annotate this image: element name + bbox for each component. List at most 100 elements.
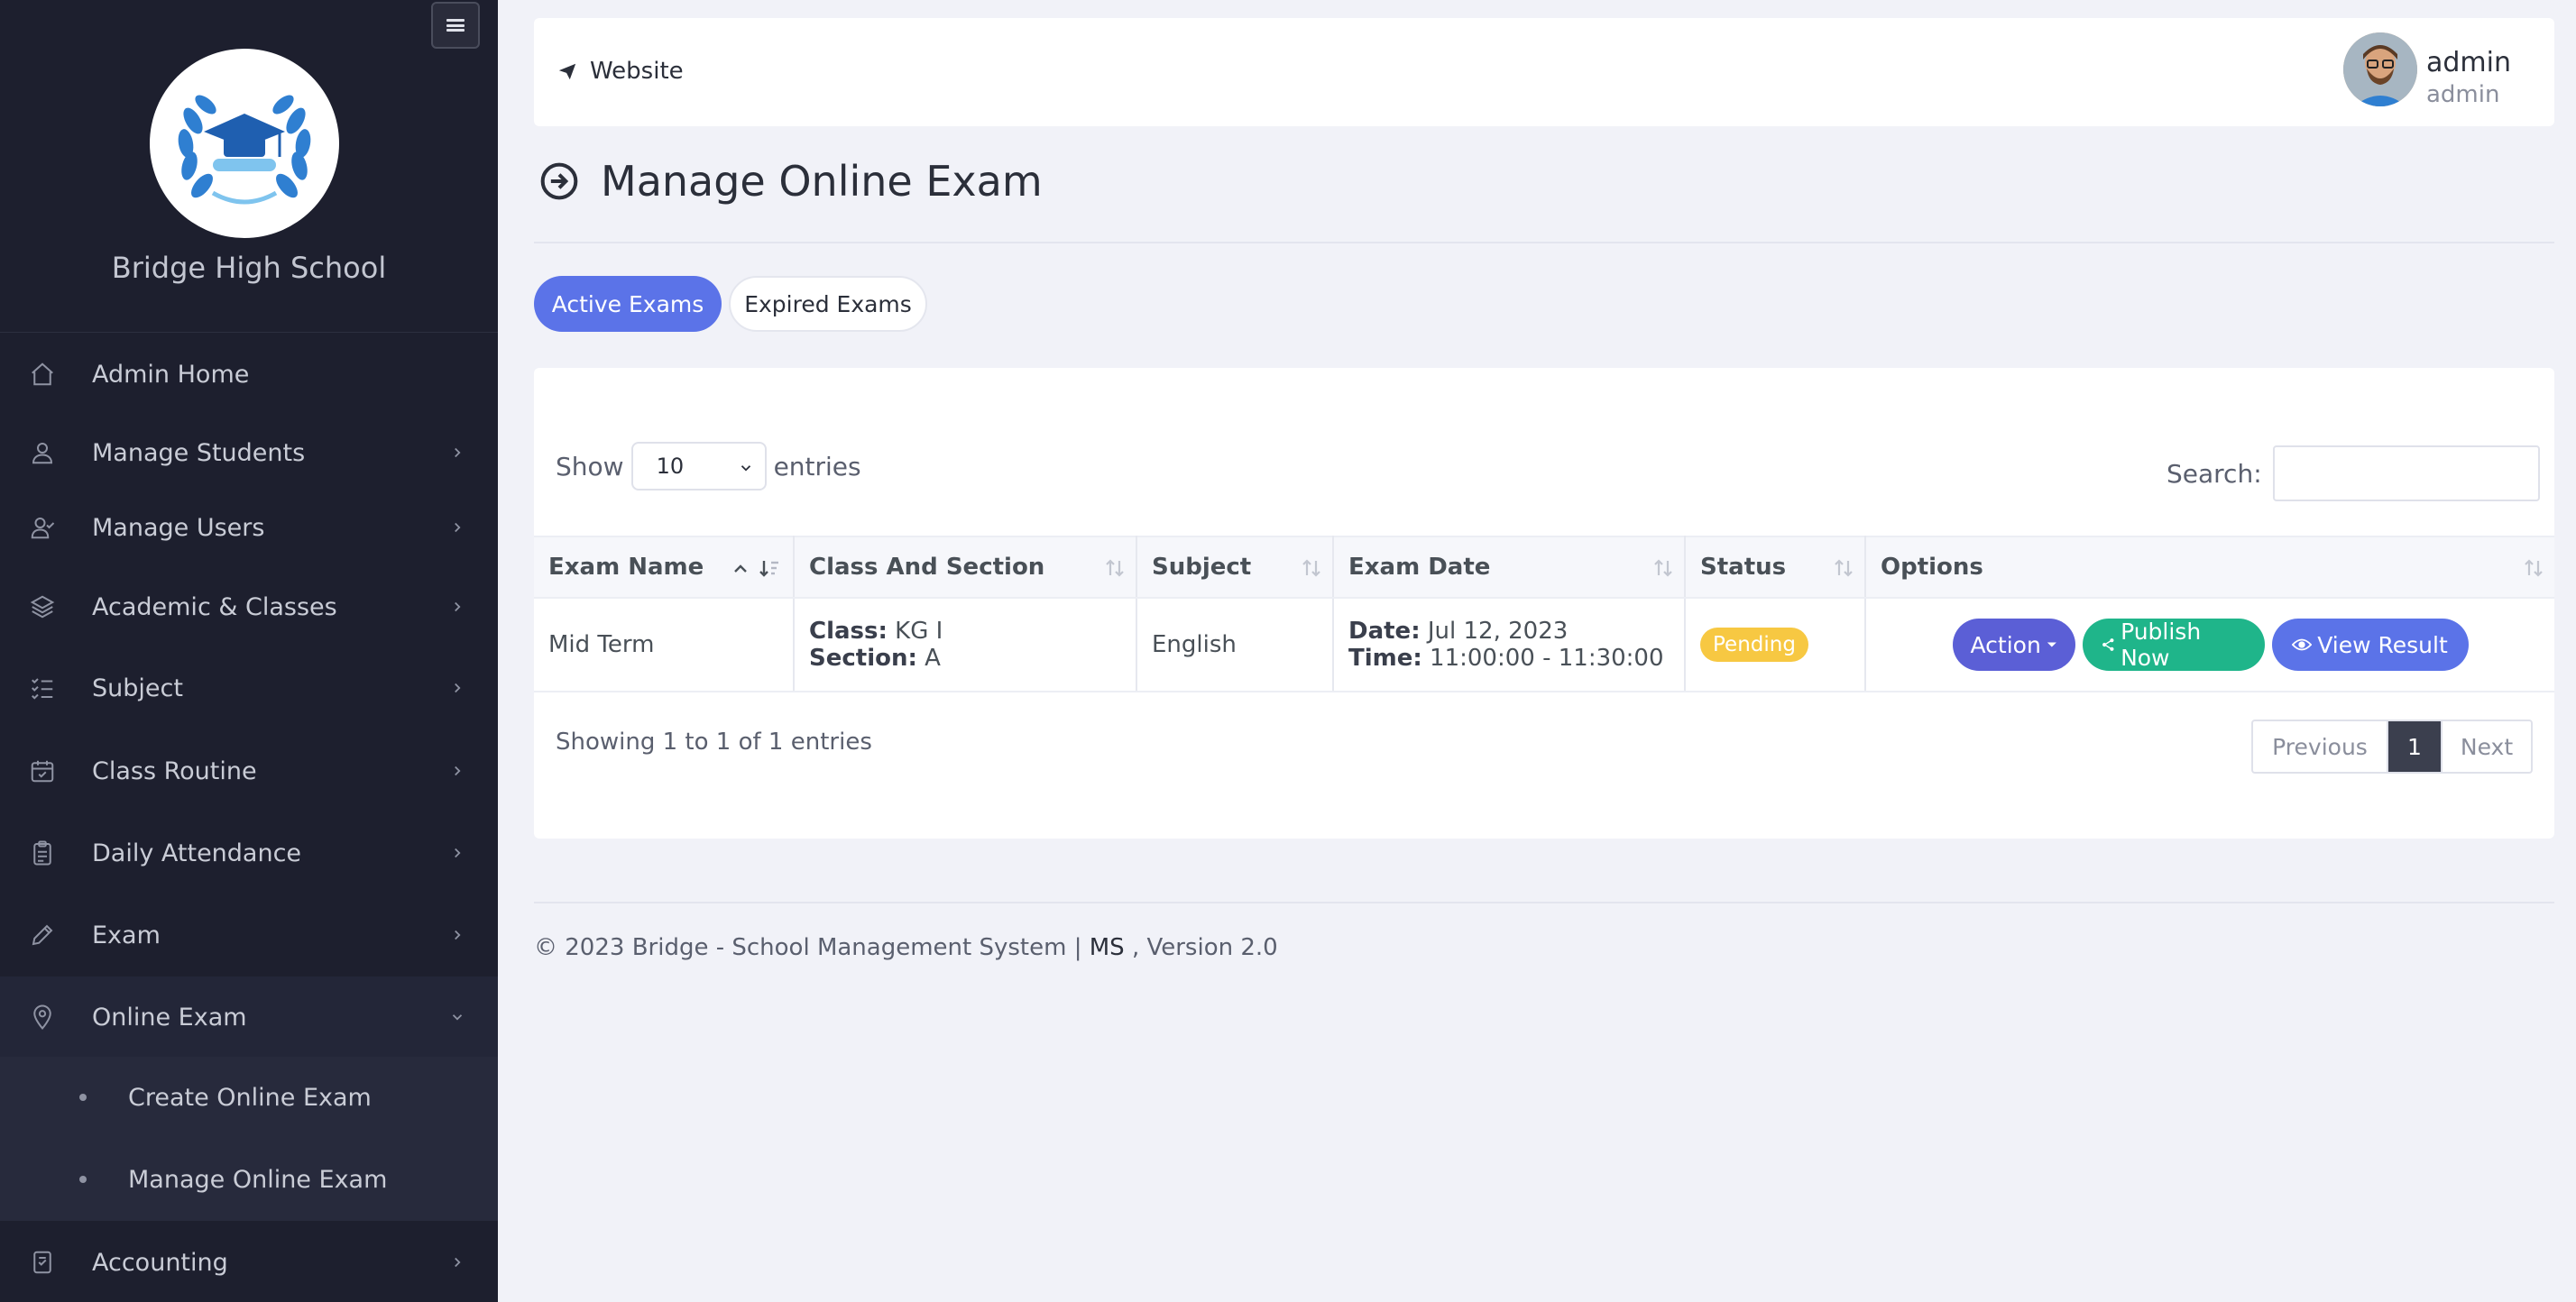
- school-name: Bridge High School: [111, 251, 387, 285]
- user-role: admin: [2426, 81, 2500, 108]
- date-label: Date:: [1348, 618, 1421, 645]
- page-size-value: 10: [656, 454, 685, 479]
- column-header-options[interactable]: Options: [1865, 536, 2554, 599]
- bullet-icon: [79, 1176, 87, 1183]
- bullet-icon: [79, 1094, 87, 1101]
- sidebar-item-manage-users[interactable]: Manage Users: [0, 487, 498, 568]
- sidebar-item-academic-classes[interactable]: Academic & Classes: [0, 566, 498, 647]
- pagination-next-button[interactable]: Next: [2441, 721, 2531, 772]
- website-link[interactable]: Website: [557, 58, 684, 85]
- view-result-button[interactable]: View Result: [2271, 619, 2469, 671]
- options-group: Action Publish Now View Result: [1881, 619, 2554, 671]
- sidebar-item-label: Academic & Classes: [92, 592, 337, 621]
- layers-icon: [27, 591, 58, 622]
- page-size-select[interactable]: 10: [630, 442, 767, 491]
- clipboard-icon: [27, 838, 58, 868]
- sidebar-item-label: Admin Home: [92, 360, 250, 389]
- sidebar-item-label: Exam: [92, 921, 161, 949]
- sidebar-item-exam[interactable]: Exam: [0, 894, 498, 976]
- chevron-right-icon: [455, 848, 461, 858]
- column-header-class-section[interactable]: Class And Section: [794, 536, 1137, 599]
- sort-desc-icon: [733, 557, 782, 585]
- footer-copyright: © 2023 Bridge - School Management System…: [534, 934, 1082, 961]
- sidebar-item-subject[interactable]: Subject: [0, 647, 498, 729]
- sidebar-toggle-button[interactable]: [431, 2, 480, 49]
- search-control: Search:: [2167, 445, 2540, 501]
- cell-exam-name: Mid Term: [534, 598, 795, 692]
- cell-options: Action Publish Now View Result: [1865, 598, 2554, 692]
- footer: © 2023 Bridge - School Management System…: [534, 934, 1278, 961]
- cell-status: Pending: [1685, 598, 1866, 692]
- sidebar-subitem-label: Manage Online Exam: [128, 1165, 388, 1194]
- tab-expired-exams[interactable]: Expired Exams: [729, 276, 927, 332]
- pencil-icon: [27, 920, 58, 950]
- cell-exam-date: Date: Jul 12, 2023 Time: 11:00:00 - 11:3…: [1333, 598, 1686, 692]
- sidebar-subitem-create-online-exam[interactable]: Create Online Exam: [0, 1057, 498, 1138]
- sidebar-item-class-routine[interactable]: Class Routine: [0, 730, 498, 811]
- sidebar-item-accounting[interactable]: Accounting: [0, 1222, 498, 1302]
- column-header-label: Options: [1881, 554, 1983, 581]
- column-header-exam-name[interactable]: Exam Name: [534, 536, 795, 599]
- sidebar-subitem-manage-online-exam[interactable]: Manage Online Exam: [0, 1139, 498, 1220]
- arrow-circle-right-icon: [540, 162, 578, 200]
- exams-card: Show 10 entries Search: Exam Name Class …: [534, 368, 2554, 839]
- action-button-label: Action: [1970, 631, 2041, 658]
- show-label: Show: [556, 451, 624, 481]
- sidebar-item-label: Online Exam: [92, 1003, 247, 1032]
- search-input[interactable]: [2272, 445, 2540, 501]
- column-header-exam-date[interactable]: Exam Date: [1333, 536, 1686, 599]
- receipt-icon: [27, 1247, 58, 1278]
- user-name: admin: [2426, 47, 2511, 78]
- publish-now-button[interactable]: Publish Now: [2082, 619, 2265, 671]
- eye-icon: [2292, 638, 2313, 651]
- column-header-status[interactable]: Status: [1685, 536, 1866, 599]
- users-icon: [27, 512, 58, 543]
- class-label: Class:: [809, 618, 888, 645]
- sidebar-item-admin-home[interactable]: Admin Home: [0, 334, 498, 415]
- caret-down-icon: [2047, 642, 2056, 647]
- page-size-control: Show 10 entries: [556, 442, 861, 491]
- pagination-previous-button[interactable]: Previous: [2253, 721, 2388, 772]
- sort-icon: [1302, 557, 1321, 585]
- view-result-label: View Result: [2317, 631, 2448, 658]
- column-header-label: Status: [1700, 554, 1787, 581]
- sort-icon: [1653, 557, 1673, 585]
- action-dropdown-button[interactable]: Action: [1952, 619, 2075, 671]
- share-icon: [2102, 638, 2113, 651]
- sort-icon: [1834, 557, 1854, 585]
- chevron-right-icon: [455, 766, 461, 776]
- paper-plane-icon: [558, 63, 576, 80]
- chevron-right-icon: [455, 601, 461, 612]
- checklist-icon: [27, 673, 58, 703]
- table-row: Mid Term Class: KG I Section: A English …: [534, 598, 2554, 692]
- menu-icon: [446, 19, 465, 32]
- search-label: Search:: [2167, 458, 2262, 489]
- home-icon: [27, 359, 58, 390]
- pagination-page-1[interactable]: 1: [2388, 721, 2441, 772]
- class-value: KG I: [895, 618, 943, 645]
- publish-button-label: Publish Now: [2121, 619, 2202, 671]
- cell-subject: English: [1136, 598, 1334, 692]
- sidebar: Bridge High School Admin Home Manage Stu…: [0, 0, 498, 1302]
- sidebar-item-manage-students[interactable]: Manage Students: [0, 412, 498, 493]
- status-badge: Pending: [1700, 628, 1808, 662]
- website-link-label: Website: [590, 58, 684, 85]
- top-bar: Website admin admin: [534, 18, 2554, 126]
- page-title: Manage Online Exam: [601, 157, 1043, 206]
- footer-divider: [534, 902, 2554, 903]
- column-header-subject[interactable]: Subject: [1136, 536, 1334, 599]
- chevron-right-icon: [455, 447, 461, 458]
- exams-table: Exam Name Class And Section Subject Exam…: [534, 536, 2554, 692]
- sidebar-item-online-exam[interactable]: Online Exam: [0, 976, 498, 1058]
- footer-ms-link[interactable]: MS: [1090, 934, 1125, 961]
- sort-icon: [2524, 557, 2544, 585]
- sidebar-item-daily-attendance[interactable]: Daily Attendance: [0, 812, 498, 894]
- column-header-label: Class And Section: [809, 554, 1045, 581]
- section-label: Section:: [809, 645, 917, 672]
- date-value: Jul 12, 2023: [1427, 618, 1569, 645]
- sidebar-item-label: Accounting: [92, 1248, 228, 1277]
- avatar[interactable]: [2343, 32, 2417, 106]
- sidebar-item-label: Manage Users: [92, 513, 265, 542]
- tab-active-exams[interactable]: Active Exams: [534, 276, 722, 332]
- sidebar-item-label: Manage Students: [92, 438, 306, 467]
